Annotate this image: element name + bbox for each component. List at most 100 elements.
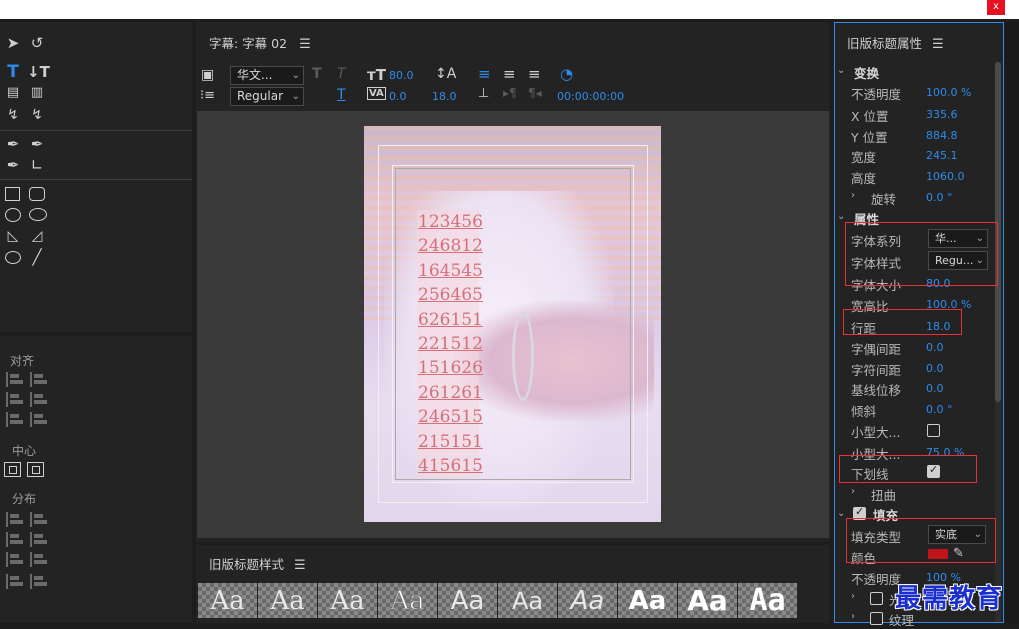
sheen-checkbox[interactable] bbox=[870, 592, 883, 605]
baseline-shift-value[interactable]: 0.0 bbox=[926, 382, 944, 395]
chevron-right-icon[interactable]: › bbox=[851, 486, 855, 497]
ellipse-tool-icon[interactable] bbox=[5, 208, 21, 222]
oval-tool-icon[interactable] bbox=[5, 251, 21, 264]
chevron-right-icon[interactable]: › bbox=[851, 190, 855, 201]
x-position-value[interactable]: 335.6 bbox=[926, 108, 958, 121]
style-swatch[interactable]: Aa bbox=[558, 583, 617, 618]
styles-menu-icon[interactable]: ☰ bbox=[294, 558, 306, 573]
pen-tool-icon[interactable]: ✒ bbox=[4, 135, 22, 153]
chevron-right-icon[interactable]: › bbox=[851, 591, 855, 602]
wedge-tool-icon[interactable]: ◺ bbox=[4, 227, 22, 245]
align-left-text-icon[interactable]: ≡ bbox=[478, 65, 491, 83]
italic-icon[interactable]: T bbox=[337, 66, 346, 82]
text-object[interactable]: 123456 246812 164545 256465 626151 22151… bbox=[417, 210, 483, 479]
style-swatch[interactable]: Aa bbox=[618, 583, 677, 618]
underline-icon[interactable]: T bbox=[337, 87, 346, 103]
rotation-value[interactable]: 0.0 ° bbox=[926, 191, 953, 204]
small-caps-checkbox[interactable] bbox=[927, 424, 940, 437]
align-left-icon[interactable] bbox=[6, 372, 23, 387]
align-center-text-icon[interactable]: ≡ bbox=[503, 65, 516, 83]
align-bottom-icon[interactable] bbox=[30, 412, 47, 427]
width-value[interactable]: 245.1 bbox=[926, 149, 958, 162]
distribute-bottom-icon[interactable] bbox=[30, 552, 47, 567]
slant-value[interactable]: 0.0 ° bbox=[926, 403, 953, 416]
close-button[interactable]: x bbox=[987, 0, 1005, 15]
font-style-dropdown[interactable]: Regular ⌄ bbox=[230, 87, 304, 106]
arc-tool-icon[interactable]: ◿ bbox=[28, 227, 46, 245]
distribute-center-v-icon[interactable] bbox=[30, 532, 47, 547]
distribute-right-icon[interactable] bbox=[6, 552, 23, 567]
highlight-box bbox=[846, 518, 996, 563]
chevron-down-icon[interactable]: ⌄ bbox=[837, 65, 845, 76]
center-vertical-icon[interactable] bbox=[27, 462, 44, 477]
next-frame-icon[interactable]: ¶◂ bbox=[528, 86, 542, 100]
rotation-tool-icon[interactable]: ↺ bbox=[28, 34, 46, 52]
align-right-icon[interactable] bbox=[6, 412, 23, 427]
chevron-down-icon[interactable]: ⌄ bbox=[837, 508, 845, 519]
style-swatch[interactable]: Aa bbox=[678, 583, 737, 618]
font-family-dropdown[interactable]: 华文... ⌄ bbox=[230, 66, 304, 85]
chevron-down-icon[interactable]: ⌄ bbox=[837, 211, 845, 222]
transform-section[interactable]: 变换 bbox=[854, 63, 879, 82]
line-tool-icon[interactable]: ╱ bbox=[28, 248, 46, 266]
previous-frame-icon[interactable]: ▸¶ bbox=[503, 86, 517, 100]
style-swatch[interactable]: Aa bbox=[198, 583, 257, 618]
area-type-tool-icon[interactable]: ▤ bbox=[4, 84, 22, 102]
tab-menu-icon[interactable]: ☰ bbox=[299, 37, 311, 52]
align-center-v-icon[interactable] bbox=[30, 392, 47, 407]
style-swatch[interactable]: Aa bbox=[258, 583, 317, 618]
distribute-center-h-icon[interactable] bbox=[6, 532, 23, 547]
text-line: 626151 bbox=[417, 307, 483, 332]
vertical-type-tool-icon[interactable]: ↓T bbox=[27, 63, 50, 81]
tab-stop-icon[interactable]: ⊥ bbox=[478, 86, 489, 101]
font-size-value[interactable]: 80.0 bbox=[389, 69, 414, 82]
leading-icon: ↕A bbox=[435, 66, 457, 82]
texture-checkbox[interactable] bbox=[870, 612, 883, 625]
center-horizontal-icon[interactable] bbox=[4, 462, 21, 477]
align-right-text-icon[interactable]: ≡ bbox=[528, 65, 541, 83]
rounded-rectangle-tool-icon[interactable] bbox=[29, 187, 45, 201]
opacity-value[interactable]: 100.0 % bbox=[926, 86, 971, 99]
convert-anchor-tool-icon[interactable]: ∟ bbox=[28, 156, 46, 174]
align-center-h-icon[interactable] bbox=[6, 392, 23, 407]
distribute-top-icon[interactable] bbox=[30, 512, 47, 527]
align-label: 对齐 bbox=[10, 354, 35, 368]
selection-tool-icon[interactable]: ➤ bbox=[4, 34, 22, 52]
style-swatch[interactable]: Aa bbox=[438, 583, 497, 618]
delete-anchor-tool-icon[interactable]: ✒ bbox=[28, 135, 46, 153]
clipped-ellipse-tool-icon[interactable] bbox=[29, 208, 47, 221]
rectangle-tool-icon[interactable] bbox=[5, 187, 20, 201]
leading-value[interactable]: 18.0 bbox=[432, 90, 457, 103]
distribute-h-spacing-icon[interactable] bbox=[6, 574, 23, 589]
distribute-v-spacing-icon[interactable] bbox=[30, 574, 47, 589]
y-position-value[interactable]: 884.8 bbox=[926, 129, 958, 142]
kerning-label: 字偶间距 bbox=[851, 342, 902, 357]
distort-label: 扭曲 bbox=[871, 488, 897, 503]
bold-icon[interactable]: T bbox=[312, 66, 322, 82]
kerning-value[interactable]: 0.0 bbox=[389, 90, 407, 103]
kerning-value[interactable]: 0.0 bbox=[926, 341, 944, 354]
background-video-icon[interactable]: ▣ bbox=[201, 67, 214, 83]
show-background-video-icon[interactable]: ◔ bbox=[560, 65, 573, 83]
style-swatch[interactable]: Aa bbox=[498, 583, 557, 618]
path-type-tool-icon[interactable]: ↯ bbox=[4, 106, 22, 124]
distribute-left-icon[interactable] bbox=[6, 512, 23, 527]
type-tool-icon[interactable]: T bbox=[4, 63, 22, 81]
properties-menu-icon[interactable]: ☰ bbox=[932, 37, 944, 52]
title-tab[interactable]: 字幕: 字幕 02 ☰ bbox=[209, 33, 311, 52]
tracking-value[interactable]: 0.0 bbox=[926, 362, 944, 375]
height-label: 高度 bbox=[851, 171, 877, 186]
timecode[interactable]: 00:00:00:00 bbox=[557, 90, 624, 103]
tab-stops-icon[interactable]: ⁝≡ bbox=[200, 88, 215, 103]
style-swatch[interactable]: Aa bbox=[318, 583, 377, 618]
height-value[interactable]: 1060.0 bbox=[926, 170, 965, 183]
add-anchor-tool-icon[interactable]: ✒ bbox=[4, 156, 22, 174]
align-top-icon[interactable] bbox=[30, 372, 47, 387]
style-swatch[interactable]: Aa bbox=[378, 583, 437, 618]
width-label: 宽度 bbox=[851, 150, 877, 165]
text-line: 246812 bbox=[417, 234, 483, 259]
chevron-right-icon[interactable]: › bbox=[851, 611, 855, 622]
vertical-area-type-tool-icon[interactable]: ▥ bbox=[28, 84, 46, 102]
vertical-path-type-tool-icon[interactable]: ↯ bbox=[28, 106, 46, 124]
style-swatch[interactable]: Aa bbox=[738, 583, 797, 618]
